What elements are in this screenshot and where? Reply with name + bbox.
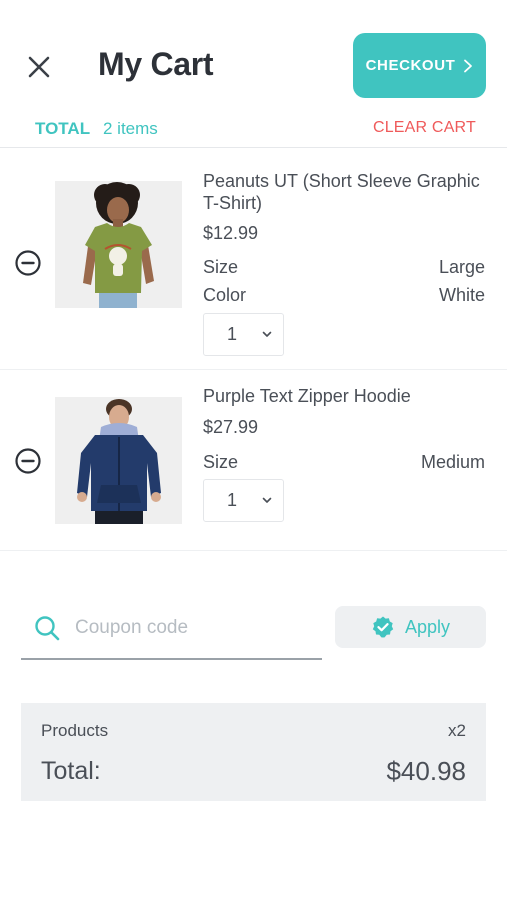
coupon-field bbox=[21, 604, 322, 660]
remove-item-button[interactable] bbox=[14, 249, 42, 277]
attribute-value: White bbox=[438, 285, 485, 305]
product-name[interactable]: Peanuts UT (Short Sleeve Graphic T-Shirt… bbox=[203, 170, 493, 214]
items-count: 2 items bbox=[103, 119, 158, 138]
checkout-button[interactable]: CHECKOUT bbox=[353, 33, 486, 98]
cart-item: Purple Text Zipper Hoodie $27.99 Size Me… bbox=[0, 371, 507, 551]
navy-hoodie-photo bbox=[55, 397, 182, 524]
attribute-label: Size bbox=[203, 257, 239, 277]
product-name[interactable]: Purple Text Zipper Hoodie bbox=[203, 385, 493, 407]
cart-header: My Cart CHECKOUT TOTAL 2 items CLEAR CAR… bbox=[0, 0, 507, 148]
chevron-down-icon bbox=[262, 497, 272, 503]
checkout-label: CHECKOUT bbox=[365, 57, 456, 74]
quantity-select[interactable]: 1 bbox=[203, 479, 284, 522]
quantity-value: 1 bbox=[227, 490, 238, 510]
product-image[interactable] bbox=[55, 181, 182, 308]
total-label: TOTAL bbox=[35, 119, 91, 138]
attribute-row-size: Size Medium bbox=[203, 452, 485, 473]
product-price: $27.99 bbox=[203, 417, 259, 437]
apply-label: Apply bbox=[404, 616, 451, 637]
attribute-value: Large bbox=[438, 257, 485, 277]
attribute-value: Medium bbox=[420, 452, 485, 472]
minus-circle-icon bbox=[15, 448, 41, 474]
verified-badge-icon bbox=[372, 616, 394, 638]
minus-circle-icon bbox=[15, 250, 41, 276]
clear-cart-button[interactable]: CLEAR CART bbox=[373, 119, 476, 137]
search-icon bbox=[35, 616, 60, 641]
attribute-row-size: Size Large bbox=[203, 257, 485, 278]
attribute-label: Color bbox=[203, 285, 247, 305]
product-price: $12.99 bbox=[203, 223, 259, 243]
total-text: Total: bbox=[41, 757, 101, 785]
total-amount: $40.98 bbox=[386, 756, 466, 786]
products-label: Products bbox=[41, 721, 109, 740]
close-button[interactable] bbox=[22, 50, 56, 84]
quantity-select[interactable]: 1 bbox=[203, 313, 284, 356]
cart-item: Peanuts UT (Short Sleeve Graphic T-Shirt… bbox=[0, 149, 507, 370]
close-icon bbox=[28, 56, 50, 78]
apply-coupon-button[interactable]: Apply bbox=[335, 606, 486, 648]
order-summary: Products x2 Total: $40.98 bbox=[21, 703, 486, 801]
chevron-right-icon bbox=[464, 59, 473, 72]
chevron-down-icon bbox=[262, 331, 272, 337]
attribute-label: Size bbox=[203, 452, 239, 472]
page-title: My Cart bbox=[98, 46, 214, 82]
olive-green-tshirt-photo bbox=[55, 181, 182, 308]
attribute-row-color: Color White bbox=[203, 285, 485, 306]
coupon-input[interactable] bbox=[75, 612, 315, 644]
quantity-value: 1 bbox=[227, 324, 238, 344]
product-image[interactable] bbox=[55, 397, 182, 524]
products-count: x2 bbox=[448, 721, 466, 740]
remove-item-button[interactable] bbox=[14, 447, 42, 475]
